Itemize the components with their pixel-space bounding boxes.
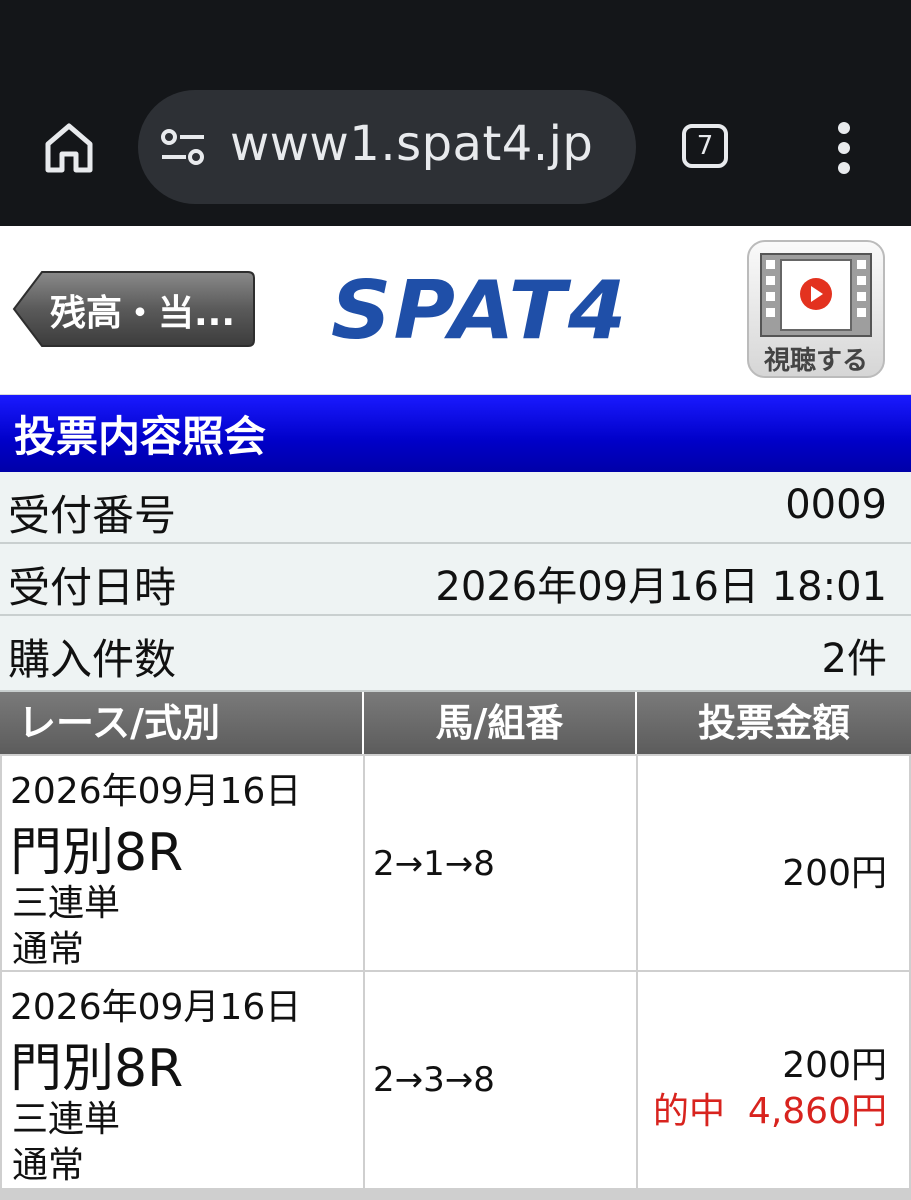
bet-kind: 通常 bbox=[12, 929, 85, 970]
column-header-amount: 投票金額 bbox=[637, 692, 911, 754]
spat4-logo: SPAT4 bbox=[330, 264, 629, 357]
table-row-amount-cell: 200円 bbox=[636, 754, 911, 972]
race-date: 2026年09月16日 bbox=[10, 987, 302, 1028]
watch-button[interactable]: 視聴する bbox=[747, 240, 885, 378]
address-bar[interactable]: www1.spat4.jp bbox=[138, 90, 636, 204]
table-row-amount-cell: 200円 的中 4,860円 bbox=[636, 970, 911, 1190]
bet-type: 三連単 bbox=[12, 883, 121, 924]
table-row-race-cell: 2026年09月16日 門別8R 三連単 通常 bbox=[0, 970, 365, 1190]
site-settings-icon[interactable] bbox=[160, 128, 206, 166]
table-bottom-border bbox=[0, 1190, 911, 1200]
horse-combination: 2→3→8 bbox=[373, 1060, 495, 1100]
site-header: 残高・当... SPAT4 視聴する bbox=[0, 226, 911, 397]
receipt-number-row: 受付番号 0009 bbox=[0, 472, 911, 544]
bet-kind: 通常 bbox=[12, 1145, 85, 1186]
receipt-datetime-value: 2026年09月16日 18:01 bbox=[435, 564, 887, 610]
watch-button-label: 視聴する bbox=[763, 346, 868, 376]
back-button-label: 残高・当... bbox=[50, 293, 236, 334]
receipt-number-value: 0009 bbox=[785, 482, 887, 528]
receipt-number-label: 受付番号 bbox=[8, 491, 177, 540]
table-row-combo-cell: 2→1→8 bbox=[363, 754, 638, 972]
horse-combination: 2→1→8 bbox=[373, 844, 495, 884]
video-play-icon bbox=[760, 253, 872, 337]
receipt-datetime-label: 受付日時 bbox=[8, 563, 177, 612]
column-header-combo: 馬/組番 bbox=[364, 692, 637, 754]
purchase-count-value: 2件 bbox=[821, 636, 887, 682]
purchase-count-row: 購入件数 2件 bbox=[0, 616, 911, 692]
back-button[interactable]: 残高・当... bbox=[12, 270, 256, 348]
page-title: 投票内容照会 bbox=[14, 412, 267, 461]
more-menu-icon[interactable] bbox=[832, 122, 856, 174]
bet-type: 三連単 bbox=[12, 1099, 121, 1140]
section-title-bar: 投票内容照会 bbox=[0, 395, 911, 472]
bet-amount: 200円 bbox=[782, 1045, 887, 1086]
browser-toolbar: www1.spat4.jp 7 bbox=[0, 0, 911, 226]
receipt-datetime-row: 受付日時 2026年09月16日 18:01 bbox=[0, 544, 911, 616]
column-header-race: レース/式別 bbox=[0, 692, 364, 754]
home-icon[interactable] bbox=[40, 118, 98, 176]
purchase-count-label: 購入件数 bbox=[8, 635, 177, 684]
url-text[interactable]: www1.spat4.jp bbox=[230, 116, 593, 172]
tabs-icon[interactable]: 7 bbox=[682, 124, 728, 168]
bet-amount: 200円 bbox=[782, 853, 887, 894]
table-row-race-cell: 2026年09月16日 門別8R 三連単 通常 bbox=[0, 754, 365, 972]
win-result: 的中 4,860円 bbox=[653, 1091, 887, 1132]
table-row-combo-cell: 2→3→8 bbox=[363, 970, 638, 1190]
race-date: 2026年09月16日 bbox=[10, 771, 302, 812]
